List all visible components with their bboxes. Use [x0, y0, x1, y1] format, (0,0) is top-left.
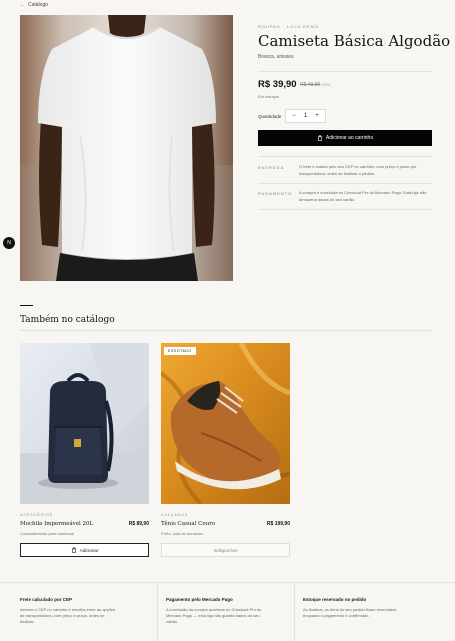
footer-text: Ao finalizar, os itens do seu pedido fic…: [303, 607, 397, 618]
quantity-decrease-button[interactable]: −: [289, 113, 299, 119]
product-card-description: Preto, sola de borracha: [161, 531, 203, 536]
divider: [258, 156, 432, 157]
product-old-price: R$ 49,90: [300, 82, 321, 88]
product-price: R$ 39,90: [258, 79, 297, 90]
add-button-label: Adicionar: [79, 547, 99, 553]
add-to-cart-label: Adicionar ao carrinho: [325, 135, 374, 141]
quantity-label: Quantidade: [258, 114, 282, 119]
quantity-value[interactable]: 1: [301, 113, 311, 119]
floating-action-button[interactable]: N: [3, 237, 15, 249]
divider: [258, 209, 432, 210]
product-card-image[interactable]: [161, 343, 290, 504]
back-link[interactable]: ← Catálogo: [20, 2, 48, 8]
section-title: Também no catálogo: [20, 315, 115, 325]
footer-column-stock: Estoque reservado no pedido Ao finalizar…: [294, 583, 455, 641]
shipping-text: O frete é cotado pelo seu CEP no carrinh…: [299, 164, 417, 176]
product-subtitle: Branca, unissex: [258, 54, 294, 60]
footer-title: Estoque reservado no pedido: [303, 597, 367, 602]
section-accent-line: [20, 305, 33, 306]
product-image: [20, 15, 233, 281]
bag-icon: [71, 547, 76, 553]
footer-column-shipping: Frete calculado por CEP Informe o CEP no…: [0, 583, 157, 641]
payment-text: A compra é concluída no Checkout Pro do …: [299, 190, 427, 202]
product-card-description: Compartimento para notebook: [20, 531, 75, 536]
product-card-price: R$ 89,90: [128, 521, 149, 527]
footer-title: Pagamento pelo Mercado Pago: [166, 597, 233, 602]
footer-column-payment: Pagamento pelo Mercado Pago A conclusão …: [157, 583, 294, 641]
bag-icon: [317, 135, 323, 141]
quantity-stepper[interactable]: − 1 +: [285, 109, 326, 123]
product-card-name[interactable]: Mochila Impermeável 20L: [20, 521, 93, 527]
product-card-name[interactable]: Tênis Casual Couro: [161, 521, 215, 527]
back-link-label: Catálogo: [28, 2, 49, 8]
product-card-price: R$ 199,90: [266, 521, 290, 527]
product-card-category: Calçados: [161, 513, 189, 517]
discount-badge: -20%: [321, 82, 331, 87]
unavailable-button-label: Indisponível: [213, 547, 238, 553]
footer-title: Frete calculado por CEP: [20, 597, 73, 602]
product-card-image[interactable]: [20, 343, 149, 504]
divider: [258, 183, 432, 184]
divider: [20, 330, 432, 331]
payment-label: Pagamento: [258, 191, 293, 196]
shipping-label: Entrega: [258, 165, 285, 170]
footer-text: Informe o CEP no carrinho e escolha entr…: [20, 607, 116, 624]
product-eyebrow: Roupas · Loja Demo: [258, 24, 320, 29]
unavailable-button[interactable]: Indisponível: [161, 543, 290, 557]
arrow-left-icon: ←: [20, 2, 25, 8]
footer: Frete calculado por CEP Informe o CEP no…: [0, 582, 455, 641]
product-title: Camiseta Básica Algodão: [258, 32, 451, 50]
product-card-category: Acessórios: [20, 513, 54, 517]
quantity-increase-button[interactable]: +: [312, 113, 322, 119]
add-to-cart-button[interactable]: Adicionar ao carrinho: [258, 130, 432, 146]
sold-out-badge: Esgotado: [164, 347, 196, 355]
divider: [258, 71, 432, 72]
add-button[interactable]: Adicionar: [20, 543, 149, 557]
footer-text: A conclusão da compra acontece no Checko…: [166, 607, 262, 624]
stock-status: Em estoque: [258, 94, 280, 99]
